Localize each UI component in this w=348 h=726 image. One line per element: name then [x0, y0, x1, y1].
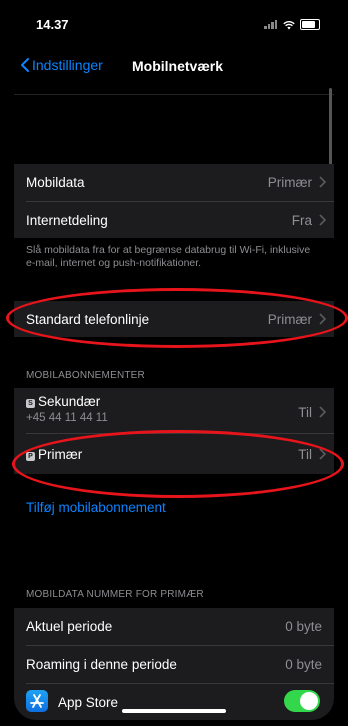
status-icons [264, 19, 320, 30]
wifi-icon [283, 20, 295, 29]
sim-badge-icon: S [26, 399, 35, 408]
plan-label: Sekundær [38, 394, 101, 409]
mobile-data-footer: Slå mobildata fra for at begrænse databr… [26, 244, 311, 269]
status-time: 14.37 [36, 17, 69, 32]
row-plan-sekundaer[interactable]: S Sekundær +45 44 11 44 11 Til [14, 388, 334, 432]
data-usage-header: MOBILDATA NUMMER FOR PRIMÆR [26, 589, 204, 600]
status-bar: 14.37 [14, 8, 334, 40]
home-indicator[interactable] [122, 709, 226, 713]
battery-icon [300, 19, 320, 30]
data-usage-group: Aktuel periode 0 byte Roaming i denne pe… [14, 608, 334, 720]
row-mobildata[interactable]: Mobildata Primær [14, 164, 334, 200]
navigation-bar: Indstillinger Mobilnetværk [14, 52, 334, 82]
screen: 14.37 Indstillinger Mobilnetværk Mobilda… [14, 8, 334, 720]
row-label: Aktuel periode [26, 619, 113, 634]
chevron-right-icon [319, 406, 326, 418]
app-store-icon [26, 690, 48, 712]
row-value: Primær [267, 175, 312, 190]
plan-number: +45 44 11 44 11 [26, 412, 108, 424]
cellular-signal-icon [264, 20, 278, 29]
row-app-store: App Store [14, 684, 334, 720]
row-label: Mobildata [26, 175, 85, 190]
row-internetdeling[interactable]: Internetdeling Fra [14, 202, 334, 238]
chevron-right-icon [319, 176, 326, 188]
phone-frame: 14.37 Indstillinger Mobilnetværk Mobilda… [0, 0, 348, 726]
annotation-circle [6, 288, 348, 348]
page-title: Mobilnetværk [132, 58, 224, 74]
row-aktuel-periode: Aktuel periode 0 byte [14, 608, 334, 644]
row-label: Roaming i denne periode [26, 657, 177, 672]
row-value: 0 byte [285, 657, 322, 672]
plans-header: MOBILABONNEMENTER [26, 370, 145, 381]
mobile-data-group: Mobildata Primær Internetdeling Fra [14, 164, 334, 238]
add-plan-link[interactable]: Tilføj mobilabonnement [26, 500, 166, 515]
chevron-left-icon [21, 58, 29, 72]
nav-divider [14, 94, 334, 95]
add-plan-group: Tilføj mobilabonnement [14, 495, 334, 523]
back-button[interactable]: Indstillinger [20, 57, 103, 73]
row-roaming: Roaming i denne periode 0 byte [14, 646, 334, 682]
row-value: 0 byte [285, 619, 322, 634]
row-value: Til [298, 405, 312, 420]
row-label: Internetdeling [26, 213, 108, 228]
chevron-right-icon [319, 214, 326, 226]
app-store-toggle[interactable] [284, 690, 320, 712]
back-button-label: Indstillinger [32, 57, 103, 73]
plan-name: S Sekundær [26, 394, 100, 409]
row-label: App Store [58, 695, 119, 710]
row-value: Fra [291, 213, 312, 228]
annotation-circle [12, 430, 344, 498]
